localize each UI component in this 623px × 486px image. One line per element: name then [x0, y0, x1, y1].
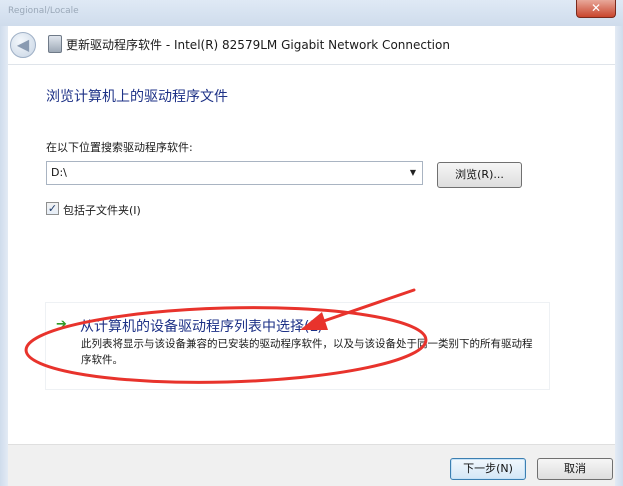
include-subfolders-checkbox[interactable]: ✓: [46, 202, 59, 215]
pick-from-list-link[interactable]: 从计算机的设备驱动程序列表中选择(L): [80, 316, 323, 336]
chevron-down-icon[interactable]: ▼: [406, 164, 420, 182]
title-bar: Regional/Locale ✕: [0, 0, 623, 26]
wizard-title: 更新驱动程序软件 - Intel(R) 82579LM Gigabit Netw…: [66, 38, 450, 52]
device-driver-icon: [48, 35, 62, 53]
browse-button[interactable]: 浏览(R)...: [437, 162, 522, 188]
search-path-value[interactable]: D:\: [51, 166, 67, 179]
pick-from-list-description: 此列表将显示与该设备兼容的已安装的驱动程序软件，以及与该设备处于同一类别下的所有…: [81, 338, 533, 366]
pick-from-list-option[interactable]: ➔ 从计算机的设备驱动程序列表中选择(L) 此列表将显示与该设备兼容的已安装的驱…: [45, 302, 550, 390]
wizard-header: ◀ 更新驱动程序软件 - Intel(R) 82579LM Gigabit Ne…: [8, 26, 615, 64]
back-button[interactable]: ◀: [10, 32, 36, 58]
background-ghost-text: Regional/Locale: [8, 6, 79, 16]
close-button[interactable]: ✕: [576, 0, 616, 18]
wizard-content: 浏览计算机上的驱动程序文件 在以下位置搜索驱动程序软件: D:\ ▼ 浏览(R)…: [8, 64, 615, 444]
include-subfolders-label[interactable]: 包括子文件夹(I): [63, 202, 141, 218]
wizard-footer: 下一步(N) 取消: [8, 444, 615, 486]
search-path-combobox[interactable]: D:\ ▼: [46, 161, 423, 185]
window-right-border: [615, 26, 623, 486]
search-location-label: 在以下位置搜索驱动程序软件:: [46, 141, 193, 154]
window-left-border: [0, 26, 8, 486]
green-arrow-icon: ➔: [56, 317, 67, 332]
cancel-button[interactable]: 取消: [537, 458, 613, 480]
next-button[interactable]: 下一步(N): [450, 458, 526, 480]
page-title: 浏览计算机上的驱动程序文件: [46, 89, 228, 105]
